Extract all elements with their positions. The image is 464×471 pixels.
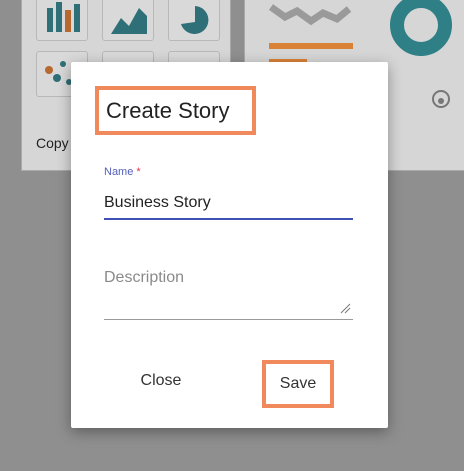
copy-label[interactable]: Copy xyxy=(36,135,69,151)
donut-chart-icon xyxy=(390,0,452,56)
orange-bar xyxy=(269,43,353,49)
bar-chart-tile[interactable] xyxy=(36,0,88,41)
pie-chart-icon xyxy=(181,6,209,34)
name-label-text: Name xyxy=(104,166,134,178)
required-marker: * xyxy=(136,166,141,178)
description-input[interactable] xyxy=(104,262,353,320)
name-input[interactable] xyxy=(104,188,353,220)
area-chart-tile[interactable] xyxy=(102,0,154,41)
pie-chart-tile[interactable] xyxy=(168,0,220,41)
save-button[interactable]: Save xyxy=(262,360,334,408)
dialog-title: Create Story xyxy=(95,86,256,135)
map-icon xyxy=(268,4,352,26)
create-story-dialog: Create Story Name* Close Save xyxy=(71,62,388,428)
name-field-label: Name * xyxy=(104,166,141,178)
resize-handle-icon[interactable] xyxy=(339,302,351,314)
close-button[interactable]: Close xyxy=(123,360,199,402)
area-chart-icon xyxy=(111,8,147,34)
